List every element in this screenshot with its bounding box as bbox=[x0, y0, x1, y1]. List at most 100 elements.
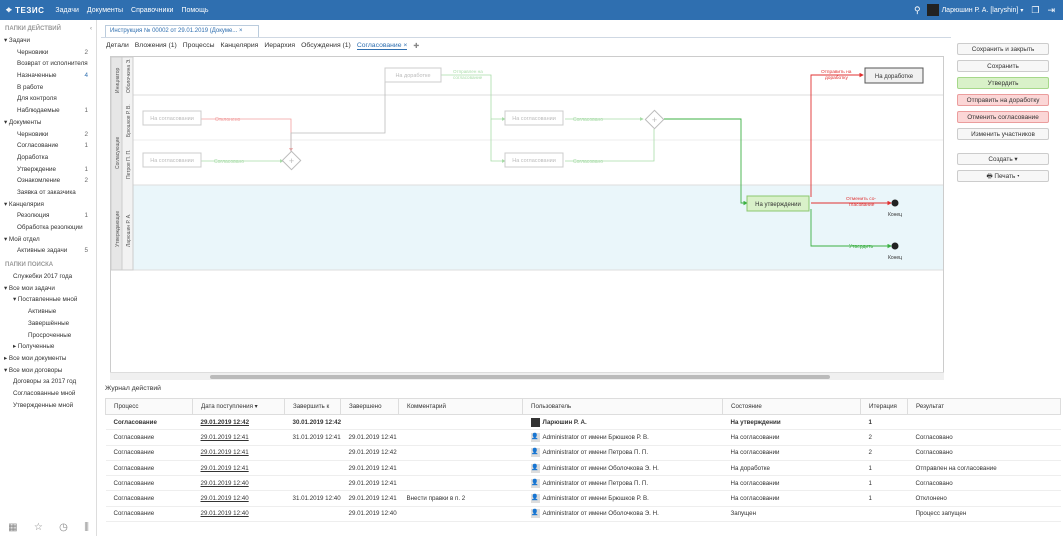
cancel-approval-button[interactable]: Отменить согласование bbox=[957, 111, 1049, 123]
sidebar-search-item-label: Просроченные bbox=[28, 331, 72, 339]
sidebar-search-item[interactable]: Активные bbox=[0, 306, 96, 318]
sidebar-item[interactable]: Утверждение 1 bbox=[0, 164, 96, 176]
sidebar-item[interactable]: ▾ Документы bbox=[0, 117, 96, 129]
sidebar-item[interactable]: Для контроля bbox=[0, 93, 96, 105]
tab-office[interactable]: Канцелярия bbox=[221, 42, 259, 50]
save-button[interactable]: Сохранить bbox=[957, 60, 1049, 72]
table-cell bbox=[284, 445, 341, 461]
tab-processes[interactable]: Процессы bbox=[183, 42, 215, 50]
table-row[interactable]: Согласование 29.01.2019 12:41 29.01.2019 1… bbox=[105, 460, 1061, 477]
table-row[interactable]: Согласование 29.01.2019 12:40 31.01.2019 1… bbox=[105, 490, 1061, 507]
menu-item-tasks[interactable]: Задачи bbox=[55, 7, 79, 14]
sidebar-search-item[interactable]: Согласованные мной bbox=[0, 388, 96, 400]
col-process[interactable]: Процесс bbox=[105, 398, 193, 415]
sidebar-item[interactable]: ▾ Мой отдел bbox=[0, 234, 96, 246]
user-avatar-icon: 👤 bbox=[530, 494, 540, 504]
action-buttons: Сохранить и закрыть Сохранить Утвердить … bbox=[957, 43, 1049, 187]
menu-item-references[interactable]: Справочники bbox=[131, 7, 173, 14]
tab-hierarchy[interactable]: Иерархия bbox=[264, 42, 295, 50]
diagram-scrollbar[interactable] bbox=[110, 372, 944, 380]
sidebar-item-count: 1 bbox=[84, 107, 88, 115]
sidebar-item[interactable]: Черновики 2 bbox=[0, 47, 96, 59]
col-result[interactable]: Результат bbox=[907, 398, 1061, 415]
table-cell[interactable]: 29.01.2019 12:40 bbox=[192, 490, 285, 507]
sidebar-search-item-label: Завершённые bbox=[28, 319, 70, 327]
lane-label-initiator: Инициатор bbox=[115, 68, 121, 93]
sidebar-search-item[interactable]: Служебки 2017 года bbox=[0, 271, 96, 283]
sidebar-search-item[interactable]: Утвержденные мной bbox=[0, 400, 96, 412]
collapse-icon[interactable]: ‹ bbox=[90, 26, 92, 32]
tab-approval[interactable]: Согласование × bbox=[356, 42, 408, 50]
table-cell[interactable]: 29.01.2019 12:41 bbox=[192, 445, 285, 461]
print-button[interactable]: 🖶 Печать ▾ bbox=[957, 170, 1049, 182]
sidebar-item[interactable]: ▾ Канцелярия bbox=[0, 199, 96, 211]
sidebar-item[interactable]: Назначенные 4 bbox=[0, 70, 96, 82]
sidebar-item[interactable]: Активные задачи 5 bbox=[0, 245, 96, 257]
table-cell[interactable]: 29.01.2019 12:40 bbox=[192, 506, 285, 523]
change-participants-button[interactable]: Изменить участников bbox=[957, 128, 1049, 140]
send-to-rework-button[interactable]: Отправить на доработку bbox=[957, 94, 1049, 106]
table-cell[interactable]: 29.01.2019 12:42 bbox=[192, 414, 285, 431]
table-cell: На согласовании bbox=[722, 490, 861, 507]
clock-icon[interactable]: ◷ bbox=[59, 522, 68, 533]
menu-item-documents[interactable]: Документы bbox=[87, 7, 123, 14]
sidebar-item[interactable]: Согласование 1 bbox=[0, 140, 96, 152]
search-icon[interactable]: ⚲ bbox=[914, 5, 921, 16]
sidebar-item[interactable]: Черновики 2 bbox=[0, 129, 96, 141]
star-icon[interactable]: ☆ bbox=[34, 522, 43, 533]
save-and-close-button[interactable]: Сохранить и закрыть bbox=[957, 43, 1049, 55]
table-cell[interactable]: 29.01.2019 12:40 bbox=[192, 475, 285, 492]
sidebar-item[interactable]: ▾ Задачи bbox=[0, 35, 96, 47]
table-cell[interactable]: 29.01.2019 12:41 bbox=[192, 460, 285, 477]
sidebar-search-item[interactable]: ▾ Поставленные мной bbox=[0, 294, 96, 306]
sidebar-item[interactable]: Обработка резолюции bbox=[0, 222, 96, 234]
add-tab-icon[interactable]: ✚ bbox=[413, 42, 419, 50]
user-name: Ларюшин Р. А. bbox=[542, 418, 587, 426]
window-icon[interactable]: ❐ bbox=[1031, 5, 1039, 16]
app-logo[interactable]: ⌖ ТЕЗИС bbox=[6, 5, 44, 16]
chevron-down-icon[interactable]: ▾ bbox=[1020, 7, 1023, 14]
table-row[interactable]: Согласование 29.01.2019 12:40 29.01.2019 1… bbox=[105, 475, 1061, 492]
sidebar-item-label: Черновики bbox=[17, 130, 49, 138]
approve-button[interactable]: Утвердить bbox=[957, 77, 1049, 89]
table-cell[interactable]: 29.01.2019 12:41 bbox=[192, 429, 285, 446]
table-row[interactable]: Согласование 29.01.2019 12:41 31.01.2019 1… bbox=[105, 429, 1061, 446]
sidebar-item[interactable]: Возврат от исполнителя bbox=[0, 58, 96, 70]
tab-discussions[interactable]: Обсуждения (1) bbox=[301, 42, 351, 50]
sidebar-item[interactable]: Резолюция 1 bbox=[0, 210, 96, 222]
table-cell bbox=[284, 506, 341, 523]
chart-icon[interactable]: ⫼ bbox=[84, 522, 89, 533]
menu-item-help[interactable]: Помощь bbox=[181, 7, 208, 14]
sidebar-item[interactable]: В работе bbox=[0, 82, 96, 94]
table-row[interactable]: Согласование 29.01.2019 12:42 30.01.2019 1… bbox=[105, 414, 1061, 431]
sidebar-item[interactable]: Доработка bbox=[0, 152, 96, 164]
logout-icon[interactable]: ⇥ bbox=[1047, 5, 1055, 16]
sidebar-search-item[interactable]: Просроченные bbox=[0, 330, 96, 342]
col-iteration[interactable]: Итерация bbox=[860, 398, 908, 415]
table-cell: Отправлен на согласование bbox=[907, 460, 1061, 477]
col-user[interactable]: Пользователь bbox=[522, 398, 723, 415]
tab-attachments[interactable]: Вложения (1) bbox=[135, 42, 177, 50]
sidebar-search-item[interactable]: ▾ Все мои договоры bbox=[0, 365, 96, 377]
document-tab[interactable]: Инструкция № 00002 от 29.01.2019 (Докуме… bbox=[105, 25, 259, 37]
scrollbar-thumb[interactable] bbox=[210, 375, 830, 379]
user-menu[interactable]: Ларюшин Р. А. [laryshin] bbox=[942, 7, 1019, 14]
col-state[interactable]: Состояние bbox=[722, 398, 861, 415]
col-finished[interactable]: Завершено bbox=[340, 398, 399, 415]
table-row[interactable]: Согласование 29.01.2019 12:40 29.01.2019 1… bbox=[105, 506, 1061, 523]
sidebar-item[interactable]: Заявка от заказчика bbox=[0, 187, 96, 199]
sidebar-item[interactable]: Наблюдаемые 1 bbox=[0, 105, 96, 117]
col-comment[interactable]: Комментарий bbox=[398, 398, 523, 415]
col-received[interactable]: Дата поступления ▾ bbox=[192, 398, 285, 415]
sidebar-search-item[interactable]: ▸ Все мои документы bbox=[0, 353, 96, 365]
table-row[interactable]: Согласование 29.01.2019 12:41 29.01.2019 1… bbox=[105, 445, 1061, 461]
col-due[interactable]: Завершить к bbox=[284, 398, 341, 415]
create-button[interactable]: Создать ▾ bbox=[957, 153, 1049, 165]
tab-details[interactable]: Детали bbox=[106, 42, 129, 50]
sidebar-search-item[interactable]: ▸ Полученные bbox=[0, 341, 96, 353]
sidebar-search-item[interactable]: Завершённые bbox=[0, 318, 96, 330]
sidebar-search-item[interactable]: Договоры за 2017 год bbox=[0, 376, 96, 388]
sidebar-item[interactable]: Ознакомление 2 bbox=[0, 175, 96, 187]
sidebar-search-item[interactable]: ▾ Все мои задачи bbox=[0, 283, 96, 295]
calendar-icon[interactable]: ▦ bbox=[8, 522, 17, 533]
